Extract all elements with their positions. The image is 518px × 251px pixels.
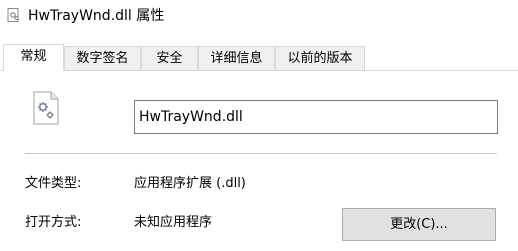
section-divider: [25, 153, 497, 154]
change-button[interactable]: 更改(C)...: [342, 208, 496, 241]
file-type-label: 文件类型:: [25, 176, 82, 191]
file-name-field[interactable]: [134, 100, 498, 134]
file-properties-icon: [7, 8, 19, 22]
dll-gear-file-icon: [33, 91, 59, 125]
window-title: HwTrayWnd.dll 属性: [28, 8, 165, 24]
tab-previous-versions[interactable]: 以前的版本: [275, 46, 365, 70]
open-with-value: 未知应用程序: [134, 215, 213, 230]
title-bar: HwTrayWnd.dll 属性: [0, 0, 518, 32]
tab-bar: 常规 数字签名 安全 详细信息 以前的版本: [0, 44, 518, 71]
file-type-value: 应用程序扩展 (.dll): [134, 176, 246, 191]
tab-digital-signatures[interactable]: 数字签名: [64, 46, 141, 70]
tab-general[interactable]: 常规: [3, 44, 64, 71]
tab-details[interactable]: 详细信息: [198, 46, 275, 70]
open-with-label: 打开方式:: [25, 215, 82, 230]
tab-security[interactable]: 安全: [141, 46, 198, 70]
